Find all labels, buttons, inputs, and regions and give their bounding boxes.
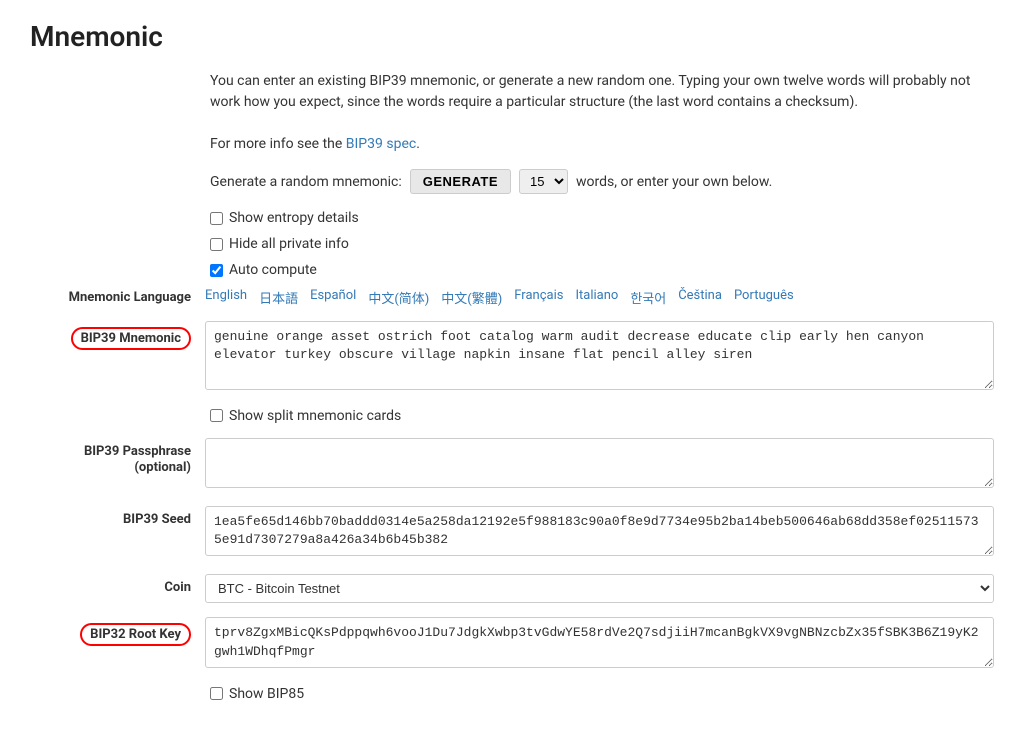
passphrase-textarea[interactable]: [205, 438, 994, 488]
language-link[interactable]: 日本語: [259, 288, 298, 307]
bip39-mnemonic-textarea[interactable]: genuine orange asset ostrich foot catalo…: [205, 321, 994, 390]
root-key-row: BIP32 Root Key tprv8ZgxMBicQKsPdppqwh6vo…: [30, 617, 994, 671]
language-row: Mnemonic Language English 日本語 Español 中文(简体…: [30, 288, 994, 307]
root-key-label: BIP32 Root Key: [30, 617, 205, 646]
coin-label: Coin: [30, 574, 205, 595]
description-text2: For more info see the BIP39 spec.: [210, 134, 994, 155]
auto-compute-label[interactable]: Auto compute: [229, 262, 317, 278]
language-link[interactable]: Español: [310, 288, 356, 307]
seed-label: BIP39 Seed: [30, 506, 205, 527]
language-link[interactable]: English: [205, 288, 247, 307]
description-block: You can enter an existing BIP39 mnemonic…: [210, 71, 994, 155]
auto-compute-checkbox[interactable]: [210, 264, 223, 277]
root-key-textarea[interactable]: tprv8ZgxMBicQKsPdppqwh6vooJ1Du7JdgkXwbp3…: [205, 617, 994, 667]
passphrase-content: [205, 438, 994, 492]
entropy-label[interactable]: Show entropy details: [229, 210, 359, 226]
seed-content: 1ea5fe65d146bb70baddd0314e5a258da12192e5…: [205, 506, 994, 560]
show-bip85-row: Show BIP85: [210, 686, 994, 702]
language-label: Mnemonic Language: [30, 290, 205, 305]
show-bip85-label[interactable]: Show BIP85: [229, 686, 304, 702]
seed-row: BIP39 Seed 1ea5fe65d146bb70baddd0314e5a2…: [30, 506, 994, 560]
generate-button[interactable]: GENERATE: [410, 169, 511, 194]
language-link[interactable]: Français: [514, 288, 563, 307]
bip39-mnemonic-row: BIP39 Mnemonic genuine orange asset ostr…: [30, 321, 994, 394]
bip39-mnemonic-content: genuine orange asset ostrich foot catalo…: [205, 321, 994, 394]
language-link[interactable]: Português: [734, 288, 794, 307]
coin-select[interactable]: BTC - Bitcoin TestnetBTC - BitcoinETH - …: [205, 574, 994, 603]
language-link[interactable]: Čeština: [678, 288, 722, 307]
language-link[interactable]: 中文(简体): [368, 288, 429, 307]
show-split-checkbox[interactable]: [210, 409, 223, 422]
generate-label: Generate a random mnemonic:: [210, 174, 402, 190]
language-link[interactable]: 中文(繁體): [441, 288, 502, 307]
bip39-spec-link[interactable]: BIP39 spec: [346, 136, 416, 152]
entropy-checkbox-row: Show entropy details: [210, 210, 994, 226]
show-split-label[interactable]: Show split mnemonic cards: [229, 408, 401, 424]
auto-compute-checkbox-row: Auto compute: [210, 262, 994, 278]
hide-private-checkbox-row: Hide all private info: [210, 236, 994, 252]
bip39-mnemonic-label: BIP39 Mnemonic: [30, 321, 205, 350]
page-title: Mnemonic: [30, 20, 994, 53]
root-key-content: tprv8ZgxMBicQKsPdppqwh6vooJ1Du7JdgkXwbp3…: [205, 617, 994, 671]
show-split-row: Show split mnemonic cards: [210, 408, 994, 424]
entropy-checkbox[interactable]: [210, 212, 223, 225]
coin-content: BTC - Bitcoin TestnetBTC - BitcoinETH - …: [205, 574, 994, 603]
words-count-select[interactable]: 3691215182124: [519, 169, 568, 194]
language-links: English 日本語 Español 中文(简体) 中文(繁體) Français Ita…: [205, 288, 794, 307]
description-text1: You can enter an existing BIP39 mnemonic…: [210, 71, 994, 113]
passphrase-row: BIP39 Passphrase (optional): [30, 438, 994, 492]
language-link[interactable]: 한국어: [630, 288, 666, 307]
hide-private-label[interactable]: Hide all private info: [229, 236, 349, 252]
seed-textarea[interactable]: 1ea5fe65d146bb70baddd0314e5a258da12192e5…: [205, 506, 994, 556]
show-bip85-checkbox[interactable]: [210, 687, 223, 700]
words-after-label: words, or enter your own below.: [576, 174, 772, 190]
hide-private-checkbox[interactable]: [210, 238, 223, 251]
coin-row: Coin BTC - Bitcoin TestnetBTC - BitcoinE…: [30, 574, 994, 603]
generate-row: Generate a random mnemonic: GENERATE 369…: [210, 169, 994, 194]
passphrase-label: BIP39 Passphrase (optional): [30, 438, 205, 478]
language-link[interactable]: Italiano: [575, 288, 618, 307]
